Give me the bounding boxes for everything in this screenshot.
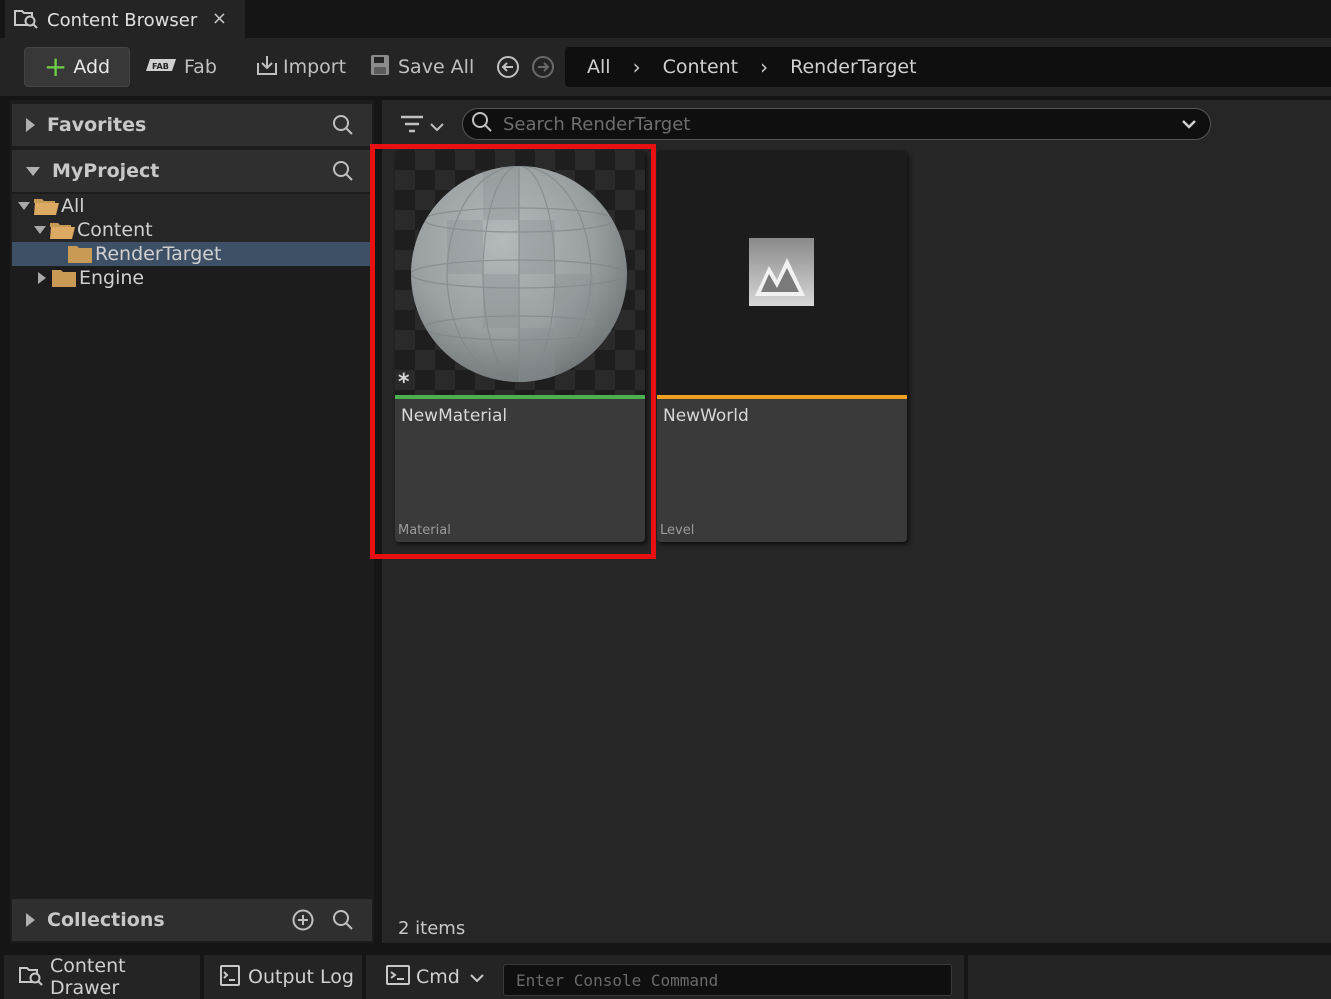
folder-tree: All Content RenderTarget Engine [12, 194, 374, 290]
folder-icon [68, 245, 93, 263]
toolbar: + Add FAB Fab Import Save All All › Cont… [0, 38, 1331, 96]
asset-view: * NewMaterial Material NewWorld Level [382, 100, 1331, 943]
console-input-wrapper [503, 964, 952, 996]
add-circle-icon[interactable] [292, 909, 314, 935]
chevron-right-icon[interactable]: › [760, 55, 768, 79]
panel-splitter[interactable] [374, 100, 382, 943]
tree-label: All [61, 195, 85, 217]
level-thumbnail [657, 150, 907, 395]
collapse-arrow-icon[interactable] [26, 166, 40, 176]
asset-name: NewWorld [663, 406, 749, 426]
output-log-label: Output Log [248, 966, 354, 988]
asset-type-bar [395, 395, 645, 399]
tree-item-content[interactable]: Content [12, 218, 374, 242]
content-drawer-label: Content Drawer [50, 955, 126, 999]
search-box [462, 108, 1211, 140]
asset-type: Material [398, 523, 451, 538]
level-mountain-icon [749, 238, 814, 306]
tree-item-engine[interactable]: Engine [12, 266, 374, 290]
search-icon [471, 111, 493, 137]
tree-item-rendertarget[interactable]: RenderTarget [12, 242, 374, 266]
project-header[interactable]: MyProject [12, 150, 372, 192]
asset-type: Level [660, 523, 695, 538]
search-icon[interactable] [332, 160, 354, 186]
back-arrow-icon[interactable] [496, 55, 520, 79]
asset-type-bar [657, 395, 907, 399]
chevron-right-icon[interactable]: › [633, 55, 641, 79]
item-count: 2 items [398, 918, 466, 939]
chevron-down-icon [430, 117, 444, 136]
asset-tile-newmaterial[interactable]: * NewMaterial Material [395, 150, 645, 542]
import-label: Import [283, 56, 347, 78]
import-button[interactable]: Import [255, 47, 346, 87]
collapse-arrow-icon[interactable] [18, 202, 30, 210]
cmd-label[interactable]: Cmd [416, 966, 460, 988]
collections-label: Collections [47, 909, 165, 931]
close-icon[interactable]: × [212, 8, 227, 29]
svg-text:FAB: FAB [152, 62, 169, 71]
save-all-label: Save All [398, 56, 475, 78]
add-label: Add [73, 56, 111, 78]
tab-strip: Content Browser × [0, 0, 1331, 38]
search-icon[interactable] [332, 114, 354, 140]
chevron-down-icon[interactable] [1180, 115, 1198, 137]
save-all-button[interactable]: Save All [370, 47, 474, 87]
folder-icon [52, 269, 77, 287]
chevron-down-icon[interactable] [470, 966, 484, 988]
console-input[interactable] [504, 965, 951, 995]
material-thumbnail: * [395, 150, 645, 395]
modified-asterisk-icon: * [398, 370, 410, 395]
sources-panel: Favorites MyProject All Content RenderTa… [10, 100, 374, 943]
expand-arrow-icon[interactable] [38, 272, 46, 284]
fab-label: Fab [184, 56, 217, 78]
content-browser-icon [13, 7, 39, 33]
expand-arrow-icon[interactable] [26, 913, 35, 927]
breadcrumb-rendertarget[interactable]: RenderTarget [790, 56, 916, 78]
favorites-label: Favorites [47, 114, 147, 136]
asset-name: NewMaterial [401, 406, 508, 426]
terminal-icon [386, 964, 410, 990]
breadcrumb-content[interactable]: Content [663, 56, 739, 78]
breadcrumb-all[interactable]: All [587, 56, 611, 78]
status-bar: Content Drawer Output Log Cmd [0, 949, 1331, 999]
fab-logo-icon: FAB [146, 56, 178, 78]
status-bar-right [968, 955, 1331, 999]
tree-item-all[interactable]: All [12, 194, 374, 218]
tree-label: Content [77, 219, 153, 241]
collapse-arrow-icon[interactable] [34, 226, 46, 234]
favorites-header[interactable]: Favorites [12, 104, 372, 146]
asset-tile-newworld[interactable]: NewWorld Level [657, 150, 907, 542]
project-label: MyProject [52, 160, 160, 182]
content-drawer-button[interactable]: Content Drawer [4, 955, 200, 999]
filter-button[interactable] [400, 114, 444, 138]
forward-arrow-icon[interactable] [531, 55, 555, 79]
save-icon [370, 54, 390, 81]
tab-content-browser[interactable]: Content Browser × [5, 0, 245, 38]
search-icon[interactable] [332, 909, 354, 935]
tree-label: Engine [79, 267, 145, 289]
plus-icon: + [43, 50, 68, 83]
fab-button[interactable]: FAB Fab [146, 47, 217, 87]
material-sphere-icon [411, 166, 627, 382]
filter-icon [400, 114, 424, 138]
folder-open-icon [50, 221, 75, 239]
add-button[interactable]: + Add [24, 47, 130, 87]
folder-open-icon [34, 197, 59, 215]
search-input[interactable] [503, 113, 1163, 135]
output-log-icon [220, 964, 240, 991]
breadcrumb: All › Content › RenderTarget [565, 47, 1331, 87]
import-icon [255, 53, 279, 82]
collections-header[interactable]: Collections [12, 899, 372, 941]
expand-arrow-icon[interactable] [26, 118, 35, 132]
content-browser-icon [18, 964, 44, 991]
tab-title: Content Browser [47, 9, 198, 31]
output-log-button[interactable]: Output Log [204, 955, 362, 999]
tree-label: RenderTarget [95, 243, 222, 265]
